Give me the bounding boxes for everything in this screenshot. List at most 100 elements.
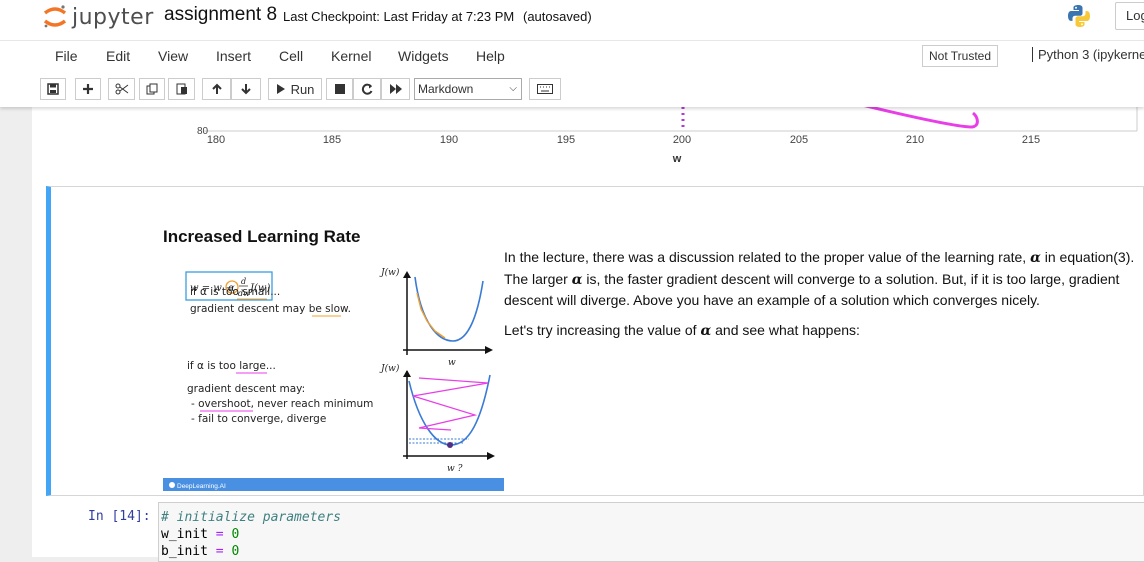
- chevron-down-icon: ⌵: [509, 83, 517, 94]
- deeplearning-logo-icon: [169, 482, 175, 488]
- kernel-indicator[interactable]: Python 3 (ipykerne: [1032, 47, 1144, 62]
- alpha-symbol: α: [571, 271, 583, 288]
- play-icon: [276, 84, 285, 94]
- learning-rate-slide-image: w = w − α d dw J(w) if α is too small...…: [163, 253, 504, 500]
- autosave-status: (autosaved): [523, 9, 592, 24]
- menu-file[interactable]: File: [55, 48, 78, 64]
- keyboard-icon: [537, 84, 553, 94]
- trust-status-button[interactable]: Not Trusted: [922, 45, 999, 67]
- large-alpha-line4: - fail to converge, diverge: [191, 413, 326, 425]
- notebook-container: 80 180 185 190 195 200 205 210 215 w Inc…: [32, 103, 1144, 562]
- large-alpha-line2: gradient descent may:: [187, 383, 305, 395]
- restart-run-all-button[interactable]: [381, 78, 410, 100]
- x-tick-label: 215: [1022, 134, 1040, 146]
- toolbar: Run Markdown ⌵: [0, 72, 1144, 107]
- logout-button[interactable]: Log: [1115, 2, 1144, 30]
- bottom-graph-cost-curve: [408, 374, 491, 446]
- plot-x-label: w: [672, 153, 682, 165]
- large-alpha-line3: - overshoot, never reach minimum: [191, 398, 373, 410]
- move-up-button[interactable]: [202, 78, 231, 100]
- insert-cell-button[interactable]: [75, 78, 101, 100]
- plot-axes: 80 180 185 190 195 200 205 210 215 w: [197, 103, 1138, 165]
- x-tick-label: 205: [790, 134, 808, 146]
- markdown-cell[interactable]: Increased Learning Rate In the lecture, …: [46, 186, 1144, 500]
- cut-button[interactable]: [108, 78, 135, 100]
- fast-forward-icon: [389, 84, 402, 94]
- bottom-graph-minimum-point: [447, 442, 453, 448]
- alpha-symbol: α: [1030, 250, 1041, 266]
- x-tick-label: 190: [440, 134, 458, 146]
- code-variable: w_init: [161, 527, 208, 542]
- command-palette-button[interactable]: [529, 78, 561, 100]
- paragraph-try-increase: Let's try increasing the value of α and …: [504, 320, 1144, 342]
- section-heading: Increased Learning Rate: [163, 227, 361, 246]
- code-number: 0: [231, 527, 240, 542]
- para2-text-b: and see what happens:: [711, 322, 860, 338]
- para1-text-c: is, the faster gradient descent will con…: [504, 270, 1120, 309]
- menu-cell[interactable]: Cell: [279, 48, 303, 64]
- arrow-down-icon: [241, 84, 251, 95]
- save-icon: [47, 83, 59, 95]
- copy-button[interactable]: [139, 78, 165, 100]
- move-down-button[interactable]: [231, 78, 261, 100]
- plot-curve: [861, 103, 979, 129]
- run-button[interactable]: Run: [268, 78, 322, 100]
- interrupt-button[interactable]: [326, 78, 353, 100]
- paste-icon: [176, 83, 187, 95]
- copy-icon: [146, 83, 158, 95]
- checkpoint-status: Last Checkpoint: Last Friday at 7:23 PM: [283, 9, 515, 24]
- plus-icon: [83, 84, 93, 94]
- small-alpha-line2: gradient descent may be slow.: [190, 303, 351, 315]
- paste-button[interactable]: [168, 78, 195, 100]
- top-bar: jupyter assignment 8 Last Checkpoint: La…: [0, 0, 1144, 40]
- cut-icon: [115, 83, 128, 95]
- menu-widgets[interactable]: Widgets: [398, 48, 449, 64]
- menu-insert[interactable]: Insert: [216, 48, 251, 64]
- stop-icon: [334, 84, 345, 94]
- menu-kernel[interactable]: Kernel: [331, 48, 371, 64]
- x-tick-label: 180: [207, 134, 225, 146]
- formula-frac-num: d: [241, 277, 246, 286]
- menu-bar: File Edit View Insert Cell Kernel Widget…: [0, 40, 1144, 71]
- para1-text-a: In the lecture, there was a discussion r…: [504, 249, 1031, 265]
- input-prompt: In [14]:: [88, 509, 151, 524]
- code-line: # initialize parameters: [161, 510, 341, 525]
- notebook-header: jupyter assignment 8 Last Checkpoint: La…: [0, 0, 1144, 107]
- python-logo-icon: [1066, 3, 1092, 34]
- x-tick-label: 200: [673, 134, 691, 146]
- bottom-graph-y-label: J(w): [379, 363, 400, 374]
- small-alpha-line1: if α is too small...: [190, 286, 280, 298]
- top-graph-y-label: J(w): [379, 267, 400, 278]
- top-graph-cost-curve: [414, 276, 484, 342]
- arrow-up-icon: [211, 83, 222, 94]
- x-tick-label: 210: [906, 134, 924, 146]
- jupyter-logo-text: jupyter: [72, 4, 154, 30]
- menu-view[interactable]: View: [158, 48, 188, 64]
- code-line: w_init = 0: [161, 527, 239, 542]
- bottom-graph-x-label: w ?: [447, 464, 463, 474]
- para2-text-a: Let's try increasing the value of: [504, 322, 701, 338]
- large-alpha-line1: if α is too large...: [187, 360, 276, 372]
- notebook-name[interactable]: assignment 8: [164, 4, 277, 26]
- cell-type-value: Markdown: [418, 82, 474, 96]
- restart-button[interactable]: [353, 78, 381, 100]
- slide-footer-text: DeepLearning.AI: [177, 483, 226, 490]
- previous-plot-output: 80 180 185 190 195 200 205 210 215 w: [32, 103, 1144, 187]
- cell-type-select[interactable]: Markdown ⌵: [414, 78, 522, 100]
- code-operator: =: [207, 527, 232, 542]
- menu-help[interactable]: Help: [476, 48, 505, 64]
- plot-x-ticks: 180 185 190 195 200 205 210 215: [207, 134, 1040, 146]
- code-cell[interactable]: In [14]: # initialize parameters w_init …: [46, 502, 1144, 562]
- jupyter-logo[interactable]: jupyter: [42, 2, 154, 32]
- restart-icon: [361, 83, 373, 95]
- paragraph-learning-rate: In the lecture, there was a discussion r…: [504, 247, 1144, 311]
- menu-edit[interactable]: Edit: [106, 48, 130, 64]
- code-comment: # initialize parameters: [161, 510, 342, 525]
- top-graph-small-steps: [416, 292, 446, 339]
- top-graph-x-label: w: [448, 358, 456, 368]
- x-tick-label: 195: [557, 134, 575, 146]
- code-editor[interactable]: # initialize parameters w_init = 0 b_ini…: [158, 502, 1144, 562]
- save-button[interactable]: [40, 78, 66, 100]
- alpha-symbol: α: [700, 323, 712, 339]
- x-tick-label: 185: [323, 134, 341, 146]
